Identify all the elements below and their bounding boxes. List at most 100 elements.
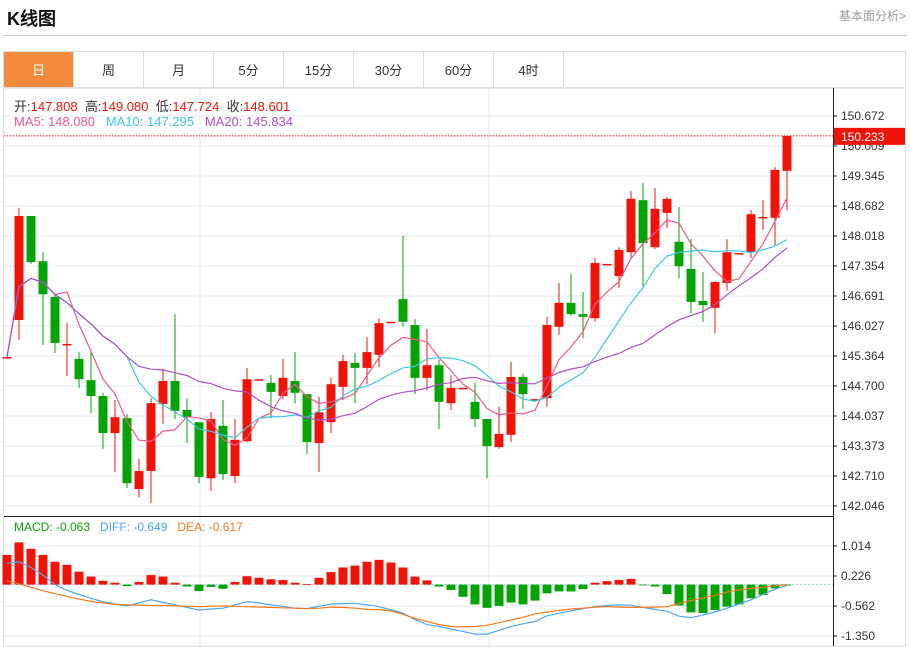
high-label: 高:: [84, 99, 102, 114]
y-tick-label: 144.700: [841, 379, 885, 393]
macd-bar: [110, 582, 120, 585]
candle: [134, 458, 144, 498]
low-value: 147.724: [172, 99, 220, 114]
candle: [458, 387, 468, 390]
macd-bar: [470, 584, 480, 605]
candle: [254, 379, 264, 381]
candle: [62, 323, 72, 377]
candle-body: [134, 471, 144, 490]
macd-bar: [422, 580, 432, 585]
candle-body: [26, 216, 36, 263]
candle: [506, 362, 516, 443]
macd-bar: [302, 584, 312, 586]
candle-body: [614, 249, 624, 277]
high-value: 149.080: [101, 99, 149, 114]
y-tick-label: 144.037: [841, 409, 885, 423]
candle-body: [110, 417, 120, 434]
macd-bar: [662, 584, 672, 595]
candle-body: [170, 381, 180, 411]
candle-body: [650, 208, 660, 248]
macd-bar: [86, 576, 96, 585]
macd-y-tick-label: -0.562: [841, 599, 875, 613]
macd-bar: [542, 584, 552, 594]
last-price-label: 150.233: [841, 130, 885, 144]
candle: [242, 367, 252, 443]
candle: [338, 354, 348, 401]
candle-body: [2, 357, 12, 359]
y-tick-label: 150.672: [841, 109, 885, 123]
candle-body: [506, 376, 516, 435]
candle: [698, 272, 708, 322]
ma20-legend: MA20: 145.834: [204, 114, 294, 129]
candle: [326, 377, 336, 434]
ma-legend: MA5: 148.080 MA10: 147.295 MA20: 145.834: [14, 114, 293, 129]
macd-bar: [386, 562, 396, 585]
candle-body: [698, 301, 708, 306]
macd-legend-value: MACD: -0.063: [14, 520, 91, 534]
y-tick-label: 149.345: [841, 169, 885, 183]
candle-body: [542, 324, 552, 399]
candle: [434, 359, 444, 429]
candle: [686, 239, 696, 314]
macd-legend: MACD: -0.063 DIFF: -0.649 DEA: -0.617: [14, 520, 243, 534]
candle-body: [422, 365, 432, 378]
macd-bar: [122, 584, 132, 587]
candle-body: [770, 169, 780, 218]
candle: [122, 414, 132, 489]
candle: [290, 352, 300, 404]
candle-body: [746, 214, 756, 253]
macd-bar: [362, 561, 372, 585]
macd-bar: [566, 584, 576, 592]
y-tick-label: 148.682: [841, 199, 885, 213]
candle: [2, 357, 12, 359]
candle-body: [38, 261, 48, 295]
macd-bar: [578, 584, 588, 590]
macd-bar: [134, 581, 144, 585]
macd-bar: [482, 584, 492, 608]
candle-body: [758, 216, 768, 219]
candle-body: [206, 419, 216, 479]
macd-bar: [146, 575, 156, 585]
candle: [554, 282, 564, 335]
candle-body: [350, 362, 360, 368]
candle: [482, 419, 492, 479]
macd-bar: [26, 548, 36, 585]
candle: [758, 200, 768, 231]
ma20-line: [6, 247, 788, 421]
candle-body: [122, 418, 132, 484]
macd-y-tick-label: 0.226: [841, 569, 871, 583]
macd-bar: [74, 571, 84, 585]
candle: [626, 191, 636, 258]
macd-bar: [374, 559, 384, 585]
candle-body: [482, 419, 492, 447]
ma5-line: [6, 197, 788, 447]
candle: [50, 294, 60, 354]
candle: [722, 239, 732, 291]
macd-bar: [278, 580, 288, 585]
candle: [638, 183, 648, 287]
candle: [566, 273, 576, 316]
macd-bar: [254, 577, 264, 585]
candle: [710, 281, 720, 334]
y-tick-label: 143.373: [841, 439, 885, 453]
candle-body: [446, 387, 456, 404]
candle: [230, 419, 240, 484]
candle-body: [194, 422, 204, 477]
candle-body: [74, 358, 84, 380]
candle: [302, 394, 312, 454]
macd-bar: [506, 584, 516, 603]
candle: [98, 392, 108, 449]
candle: [170, 314, 180, 420]
candle-body: [146, 403, 156, 472]
macd-bar: [398, 567, 408, 585]
y-tick-label: 145.364: [841, 349, 885, 363]
macd-bar: [686, 584, 696, 613]
macd-y-tick-label: 1.014: [841, 539, 871, 553]
candle-body: [494, 433, 504, 448]
y-tick-label: 148.018: [841, 229, 885, 243]
candle: [770, 167, 780, 245]
close-label: 收:: [226, 99, 244, 114]
macd-bar: [290, 582, 300, 585]
candle-body: [602, 263, 612, 266]
candle-body: [590, 263, 600, 319]
